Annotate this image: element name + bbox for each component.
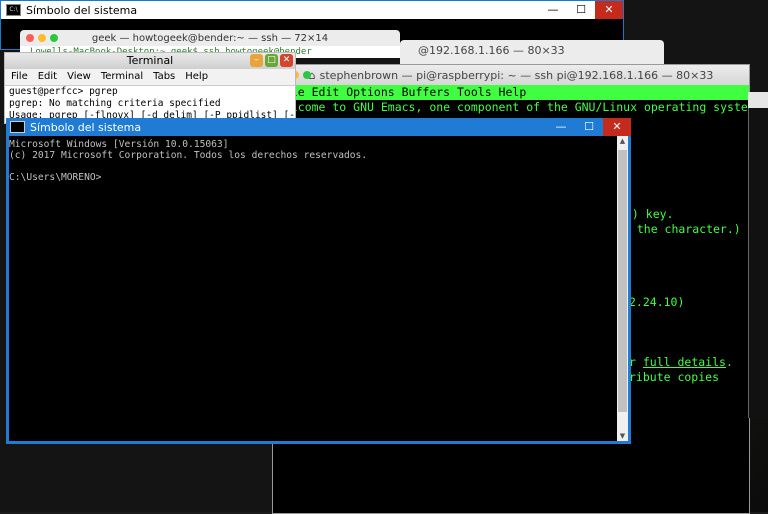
maximize-button[interactable]: ☐ bbox=[575, 118, 603, 136]
menu-file[interactable]: File bbox=[11, 69, 28, 85]
menu-terminal[interactable]: Terminal bbox=[101, 69, 143, 85]
emacs-fragment: 2.24.10) bbox=[629, 295, 685, 309]
cmd-back-title: Símbolo del sistema bbox=[26, 3, 138, 17]
ssh-back-title: geek — howtogeek@bender:~ — ssh — 72×14 bbox=[91, 32, 329, 44]
maximize-button[interactable]: ☐ bbox=[567, 1, 595, 19]
minimize-dot-icon[interactable] bbox=[38, 34, 46, 42]
emacs-fragment: ribute copies bbox=[629, 370, 720, 384]
terminal-titlebar[interactable]: Terminal – □ ✕ bbox=[5, 53, 295, 69]
emacs-menubar[interactable]: File Edit Options Buffers Tools Help bbox=[273, 85, 749, 100]
emacs-fragment: y the character.) bbox=[623, 222, 741, 236]
menu-edit[interactable]: Edit bbox=[38, 69, 57, 85]
console-prompt: C:\Users\MORENO> bbox=[9, 172, 102, 183]
console-icon bbox=[10, 121, 25, 133]
terminal-line: guest@perfcc> pgrep bbox=[9, 86, 118, 97]
cmd-titlebar[interactable]: Símbolo del sistema — ☐ ✕ bbox=[6, 118, 631, 136]
emacs-fragment: r full details. bbox=[629, 355, 733, 369]
emacs-fragment: t) key. bbox=[625, 207, 674, 221]
close-button[interactable]: ✕ bbox=[603, 118, 631, 136]
console-line: (c) 2017 Microsoft Corporation. Todos lo… bbox=[9, 150, 368, 161]
menu-view[interactable]: View bbox=[67, 69, 91, 85]
traffic-lights[interactable] bbox=[26, 34, 58, 42]
menu-tabs[interactable]: Tabs bbox=[153, 69, 175, 85]
full-details-link[interactable]: full details bbox=[643, 355, 726, 369]
zoom-dot-icon[interactable] bbox=[303, 71, 311, 79]
scroll-down-icon[interactable]: ▼ bbox=[617, 431, 628, 441]
close-button[interactable]: ✕ bbox=[280, 54, 293, 67]
emacs-title: stephenbrown — pi@raspberrypi: ~ — ssh p… bbox=[319, 68, 714, 82]
terminal-line: pgrep: No matching criteria specified bbox=[9, 98, 221, 109]
minimize-button[interactable]: – bbox=[250, 54, 263, 67]
terminal-window[interactable]: Terminal – □ ✕ File Edit View Terminal T… bbox=[4, 52, 296, 124]
console-line: Microsoft Windows [Versión 10.0.15063] bbox=[9, 139, 229, 150]
scroll-up-icon[interactable]: ▲ bbox=[617, 136, 628, 146]
maximize-button[interactable]: □ bbox=[265, 54, 278, 67]
emacs-titlebar[interactable]: ⌂ stephenbrown — pi@raspberrypi: ~ — ssh… bbox=[273, 65, 749, 85]
ssh-window-back-2[interactable]: @192.168.1.166 — 80×33 bbox=[400, 40, 664, 64]
menu-help[interactable]: Help bbox=[185, 69, 208, 85]
cmd-title: Símbolo del sistema bbox=[30, 120, 142, 134]
minimize-button[interactable]: — bbox=[539, 1, 567, 19]
close-dot-icon[interactable] bbox=[26, 34, 34, 42]
minimize-button[interactable]: — bbox=[547, 118, 575, 136]
scrollbar-thumb[interactable] bbox=[618, 150, 627, 412]
cmd-console[interactable]: Microsoft Windows [Versión 10.0.15063] (… bbox=[9, 136, 617, 441]
close-button[interactable]: ✕ bbox=[595, 1, 623, 19]
console-icon: C:\ bbox=[6, 4, 21, 16]
right-edge-window[interactable] bbox=[748, 92, 768, 418]
right-edge-titlebar[interactable] bbox=[748, 92, 768, 108]
terminal-output[interactable]: guest@perfcc> pgrep pgrep: No matching c… bbox=[5, 86, 295, 122]
cmd-window[interactable]: Símbolo del sistema — ☐ ✕ Microsoft Wind… bbox=[6, 118, 631, 444]
cmd-back-titlebar[interactable]: C:\ Símbolo del sistema — ☐ ✕ bbox=[1, 1, 623, 19]
zoom-dot-icon[interactable] bbox=[50, 34, 58, 42]
ssh-back-titlebar[interactable]: geek — howtogeek@bender:~ — ssh — 72×14 bbox=[20, 30, 400, 46]
terminal-menubar[interactable]: File Edit View Terminal Tabs Help bbox=[5, 69, 295, 86]
vertical-scrollbar[interactable]: ▲ ▼ bbox=[617, 136, 628, 441]
emacs-welcome: Welcome to GNU Emacs, one component of t… bbox=[277, 100, 762, 114]
ssh-back2-title: @192.168.1.166 — 80×33 bbox=[418, 44, 565, 57]
